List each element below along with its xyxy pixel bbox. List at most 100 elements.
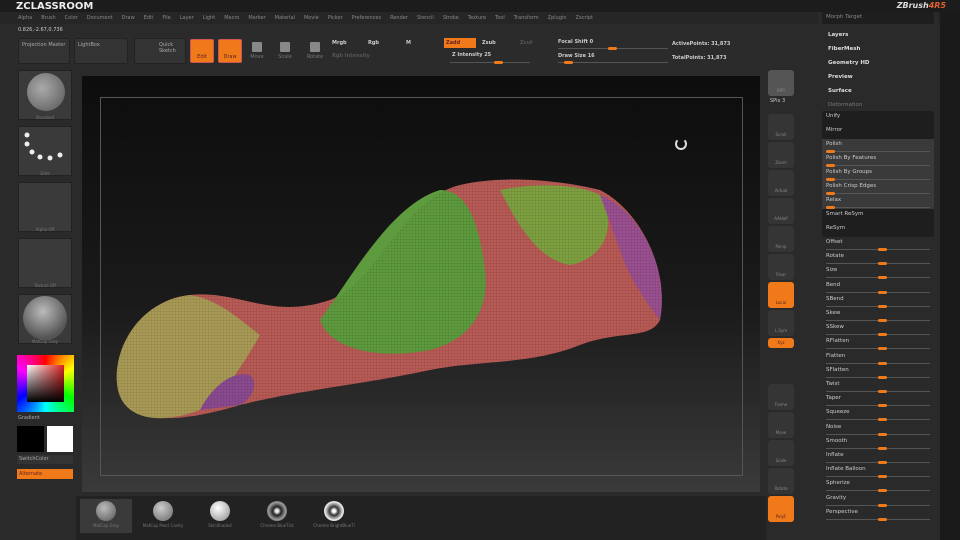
shelf-lsym-button[interactable]: L.Sym xyxy=(768,310,794,336)
slider-track[interactable] xyxy=(826,164,930,167)
rotate-slider[interactable]: Rotate xyxy=(822,251,934,266)
shelf-move-button[interactable]: Move xyxy=(768,412,794,438)
mirror-button[interactable]: Mirror xyxy=(822,125,934,139)
spix-slider[interactable]: SPix 3 xyxy=(770,98,785,104)
mrgb-button[interactable]: Mrgb xyxy=(332,40,347,46)
shelf-scroll-button[interactable]: Scroll xyxy=(768,114,794,140)
sbend-slider[interactable]: SBend xyxy=(822,294,934,308)
slider-track[interactable] xyxy=(826,262,930,266)
menu-zplugin[interactable]: Zplugin xyxy=(548,15,567,21)
slider-track[interactable] xyxy=(826,503,930,507)
taper-slider[interactable]: Taper xyxy=(822,393,934,408)
draw-size-knob[interactable] xyxy=(564,61,573,64)
slider-track[interactable] xyxy=(826,347,930,351)
bpr-button[interactable]: BPR xyxy=(768,70,794,96)
switch-color-button[interactable]: SwitchColor xyxy=(17,455,73,464)
perspective-slider[interactable]: Perspective xyxy=(822,507,934,521)
shelf-local-button[interactable]: Local xyxy=(768,282,794,308)
draw-button[interactable]: Draw xyxy=(218,39,242,63)
slider-track[interactable] xyxy=(826,206,930,209)
slider-track[interactable] xyxy=(826,404,930,408)
z-intensity-knob[interactable] xyxy=(494,61,503,64)
section-surface[interactable]: Surface xyxy=(828,88,852,94)
quick-sketch-button[interactable]: Quick Sketch xyxy=(134,38,186,64)
slider-track[interactable] xyxy=(826,489,930,493)
slider-track[interactable] xyxy=(826,276,930,280)
scale-button[interactable]: Scale xyxy=(274,38,296,64)
menu-picker[interactable]: Picker xyxy=(328,15,343,21)
sflatten-slider[interactable]: SFlatten xyxy=(822,365,934,379)
slider-track[interactable] xyxy=(826,418,930,422)
menu-file[interactable]: File xyxy=(162,15,170,21)
slider-track[interactable] xyxy=(826,446,930,450)
slider-track[interactable] xyxy=(826,432,930,436)
slider-track[interactable] xyxy=(826,304,930,308)
section-deformation[interactable]: Deformation xyxy=(828,102,862,108)
stroke-thumbnail[interactable]: Dots xyxy=(18,126,72,176)
smart-resym-button[interactable]: Smart ReSym xyxy=(822,209,934,223)
rotate-button[interactable]: Rotate xyxy=(304,38,326,64)
menu-alpha[interactable]: Alpha xyxy=(18,15,32,21)
material-3[interactable]: Chrome BlueTint xyxy=(251,499,303,533)
slider-track[interactable] xyxy=(826,375,930,379)
spherize-slider[interactable]: Spherize xyxy=(822,478,934,493)
slider-track[interactable] xyxy=(826,333,930,337)
slider-track[interactable] xyxy=(826,290,930,294)
menu-material[interactable]: Material xyxy=(275,15,295,21)
offset-slider[interactable]: Offset xyxy=(822,237,934,251)
z-intensity-slider[interactable] xyxy=(450,61,530,64)
menu-layer[interactable]: Layer xyxy=(180,15,194,21)
menu-render[interactable]: Render xyxy=(390,15,408,21)
shelf-persp-button[interactable]: Persp xyxy=(768,226,794,252)
alternate-button[interactable]: Alternate xyxy=(17,469,73,479)
menu-texture[interactable]: Texture xyxy=(468,15,486,21)
shelf-aahalf-button[interactable]: AAHalf xyxy=(768,198,794,224)
morph-target-button[interactable]: Morph Target xyxy=(822,12,934,24)
zcut-button[interactable]: Zcut xyxy=(520,40,533,46)
color-square[interactable] xyxy=(27,365,64,402)
menu-brush[interactable]: Brush xyxy=(41,15,55,21)
section-fibermesh[interactable]: FiberMesh xyxy=(828,46,860,52)
shelf-floor-button[interactable]: Floor xyxy=(768,254,794,280)
slider-track[interactable] xyxy=(826,361,930,365)
projection-master-button[interactable]: Projection Master xyxy=(18,38,70,64)
main-color-swatch[interactable] xyxy=(17,426,44,452)
slider-track[interactable] xyxy=(826,475,930,479)
color-picker[interactable] xyxy=(17,355,74,412)
material-0[interactable]: MatCap Gray xyxy=(80,499,132,533)
menu-draw[interactable]: Draw xyxy=(122,15,135,21)
rflatten-slider[interactable]: RFlatten xyxy=(822,336,934,351)
relax-slider[interactable]: Relax xyxy=(822,195,934,209)
focal-shift-slider[interactable] xyxy=(558,47,668,50)
menu-macro[interactable]: Macro xyxy=(224,15,239,21)
menu-tool[interactable]: Tool xyxy=(495,15,505,21)
slider-knob[interactable] xyxy=(878,517,887,521)
shelf-xyz-button[interactable]: Xyz xyxy=(768,338,794,348)
menu-stencil[interactable]: Stencil xyxy=(417,15,434,21)
inflate-balloon-slider[interactable]: Inflate Balloon xyxy=(822,464,934,479)
bend-slider[interactable]: Bend xyxy=(822,280,934,294)
inflate-slider[interactable]: Inflate xyxy=(822,450,934,464)
material-thumbnail[interactable]: MatCap Gray xyxy=(18,294,72,344)
gravity-slider[interactable]: Gravity xyxy=(822,493,934,507)
slider-track[interactable] xyxy=(826,192,930,195)
polish-by-groups-slider[interactable]: Polish By Groups xyxy=(822,167,934,181)
resym-button[interactable]: ReSym xyxy=(822,223,934,237)
menu-edit[interactable]: Edit xyxy=(144,15,154,21)
gradient-button[interactable]: Gradient xyxy=(18,415,40,421)
shelf-scale-button[interactable]: Scale xyxy=(768,440,794,466)
shelf-zoom-button[interactable]: Zoom xyxy=(768,142,794,168)
rgb-button[interactable]: Rgb xyxy=(368,40,379,46)
material-1[interactable]: MatCap Pearl Cavity xyxy=(137,499,189,533)
section-geometry-hd[interactable]: Geometry HD xyxy=(828,60,870,66)
zadd-button[interactable]: Zadd xyxy=(444,38,476,48)
slider-track[interactable] xyxy=(826,390,930,393)
menu-color[interactable]: Color xyxy=(65,15,78,21)
material-2[interactable]: SkinShade4 xyxy=(194,499,246,533)
menu-stroke[interactable]: Stroke xyxy=(443,15,459,21)
move-button[interactable]: Move xyxy=(246,38,268,64)
m-button[interactable]: M xyxy=(406,40,411,46)
smooth-slider[interactable]: Smooth xyxy=(822,436,934,450)
alpha-thumbnail[interactable]: Alpha Off xyxy=(18,182,72,232)
zsub-button[interactable]: Zsub xyxy=(482,40,496,46)
